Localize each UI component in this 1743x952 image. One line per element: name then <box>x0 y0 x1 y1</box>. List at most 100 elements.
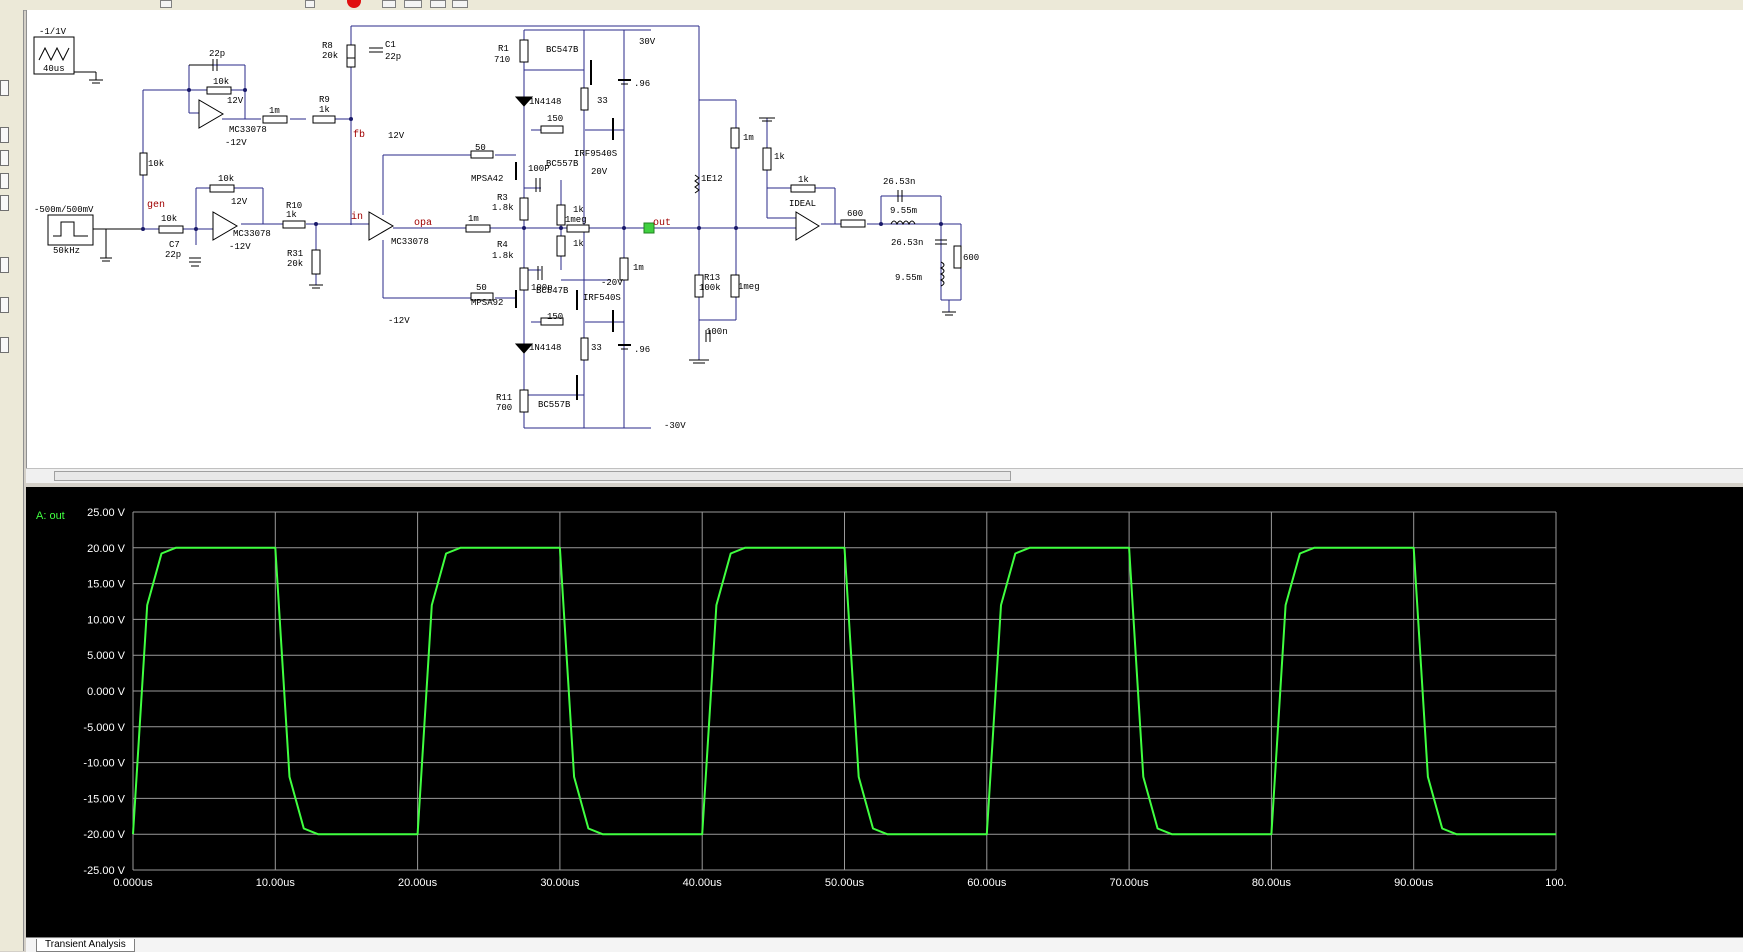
opamp-1[interactable] <box>198 99 224 129</box>
x-tick-label: 20.00us <box>398 877 438 889</box>
l-9-55m-a-label: 9.55m <box>890 206 917 216</box>
r-10k-fb1-label: 10k <box>213 77 229 87</box>
record-icon[interactable] <box>347 0 361 8</box>
r-1meg-right-label: 1meg <box>738 282 760 292</box>
v-12-b-label: 12V <box>231 197 248 207</box>
r-150-bot-label: 150 <box>547 312 563 322</box>
q-mpsa42-label: MPSA42 <box>471 174 503 184</box>
opamp1-label: MC33078 <box>229 125 267 135</box>
source2-freq: 50kHz <box>53 246 80 256</box>
x-tick-label: 10.00us <box>256 877 296 889</box>
panel-button-8[interactable] <box>0 337 9 353</box>
y-tick-label: 0.000 V <box>87 686 126 698</box>
r-1m-a-label: 1m <box>269 106 280 116</box>
v-12-c-label: 12V <box>388 131 405 141</box>
r1-name-label: R1 <box>498 44 509 54</box>
panel-button-7[interactable] <box>0 297 9 313</box>
r-1k-a-label: 1k <box>573 205 584 215</box>
r4-val-label: 1.8k <box>492 251 514 261</box>
schematic-scrollbar[interactable] <box>26 468 1743 483</box>
r-33-top-label: 33 <box>597 96 608 106</box>
opamp-3[interactable] <box>368 211 394 241</box>
y-tick-label: -20.00 V <box>83 829 125 841</box>
l-9-55m-b-label: 9.55m <box>895 273 922 283</box>
v-12-a-label: 12V <box>227 96 244 106</box>
r11-name-label: R11 <box>496 393 512 403</box>
r-50-top-label: 50 <box>475 143 486 153</box>
d-top-label: 1N4148 <box>529 97 561 107</box>
q-bc557b-bot-label: BC557B <box>538 400 571 410</box>
r13-name-label: R13 <box>704 273 720 283</box>
net-in-label: in <box>351 211 363 223</box>
c-22p-top-label: 22p <box>209 49 225 59</box>
r11-val-label: 700 <box>496 403 512 413</box>
panel-button-6[interactable] <box>0 257 9 273</box>
r-33-bot-label: 33 <box>591 343 602 353</box>
net-out-label: out <box>653 218 671 229</box>
x-tick-label: 80.00us <box>1252 877 1292 889</box>
y-tick-label: 15.00 V <box>87 579 126 591</box>
c-26-53n-b-label: 26.53n <box>891 238 923 248</box>
r8-name-label: R8 <box>322 41 333 51</box>
q-bc547b-top-label: BC547B <box>546 45 579 55</box>
panel-button-5[interactable] <box>0 195 9 211</box>
dc-tool-button[interactable] <box>452 0 468 8</box>
opamp2-label: MC33078 <box>233 229 271 239</box>
x-tick-label: 30.00us <box>540 877 580 889</box>
r4-name-label: R4 <box>497 240 508 250</box>
trace-label: A: out <box>36 510 65 522</box>
ac-tool-button[interactable] <box>404 0 422 8</box>
v-m12-c-label: -12V <box>388 316 410 326</box>
ideal-label: IDEAL <box>789 199 816 209</box>
waveform-panel[interactable]: A: out 25.00 V 20.00 V 15.00 V 10.00 V 5.000… <box>26 487 1743 937</box>
y-tick-label: 10.00 V <box>87 614 126 626</box>
panel-button-1[interactable] <box>0 80 9 96</box>
batt-bot-label: .96 <box>634 345 650 355</box>
r-1k-right2-label: 1k <box>798 175 809 185</box>
v-30-label: 30V <box>639 37 656 47</box>
r-600-a-label: 600 <box>847 209 863 219</box>
tab-bar: Transient Analysis <box>26 937 1743 952</box>
r-50-bot-label: 50 <box>476 283 487 293</box>
panel-button-2[interactable] <box>0 127 9 143</box>
source1-period: 40us <box>43 64 65 74</box>
probe-tool-button[interactable] <box>305 0 315 8</box>
r-1meg-label: 1meg <box>565 215 587 225</box>
c1-name-label: C1 <box>385 40 396 50</box>
select-tool-button[interactable] <box>160 0 172 8</box>
scrollbar-thumb[interactable] <box>54 471 1011 481</box>
r9-val-label: 1k <box>319 105 330 115</box>
y-tick-label: 25.00 V <box>87 507 126 519</box>
r3-name-label: R3 <box>497 193 508 203</box>
schematic-canvas[interactable]: -1/1V 40us -500m/500mV 50kHz 22p 10k 1m … <box>26 10 1743 468</box>
x-tick-label: 100. <box>1545 877 1566 889</box>
r13-val-label: 100k <box>699 283 721 293</box>
c-26-53n-a-label: 26.53n <box>883 177 915 187</box>
r-600-b-label: 600 <box>963 253 979 263</box>
v-m20-label: -20V <box>601 278 623 288</box>
ground-tool-button[interactable] <box>382 0 396 8</box>
side-panel <box>0 10 24 951</box>
opamp-ideal[interactable] <box>795 211 820 241</box>
transient-tool-button[interactable] <box>430 0 446 8</box>
x-axis-ticks: 0.000us 10.00us 20.00us 30.00us 40.00us 50.00… <box>113 877 1566 889</box>
c-100n-label: 100n <box>706 327 728 337</box>
x-tick-label: 40.00us <box>683 877 723 889</box>
y-tick-label: -5.000 V <box>83 722 125 734</box>
c7-val-label: 22p <box>165 250 181 260</box>
x-tick-label: 0.000us <box>113 877 153 889</box>
q-irf9540s-label: IRF9540S <box>574 149 617 159</box>
panel-button-4[interactable] <box>0 173 9 189</box>
pulse-source-box[interactable] <box>47 214 94 246</box>
r-150-top-label: 150 <box>547 114 563 124</box>
x-tick-label: 70.00us <box>1110 877 1150 889</box>
net-gen-label: gen <box>147 200 165 211</box>
r-10k-left-label: 10k <box>148 159 164 169</box>
r10-val-label: 1k <box>286 210 297 220</box>
c7-name-label: C7 <box>169 240 180 250</box>
tab-transient-analysis[interactable]: Transient Analysis <box>36 939 135 952</box>
panel-button-3[interactable] <box>0 150 9 166</box>
r-1e12-label: 1E12 <box>701 174 723 184</box>
d-bot-label: 1N4148 <box>529 343 561 353</box>
y-tick-label: -10.00 V <box>83 758 125 770</box>
